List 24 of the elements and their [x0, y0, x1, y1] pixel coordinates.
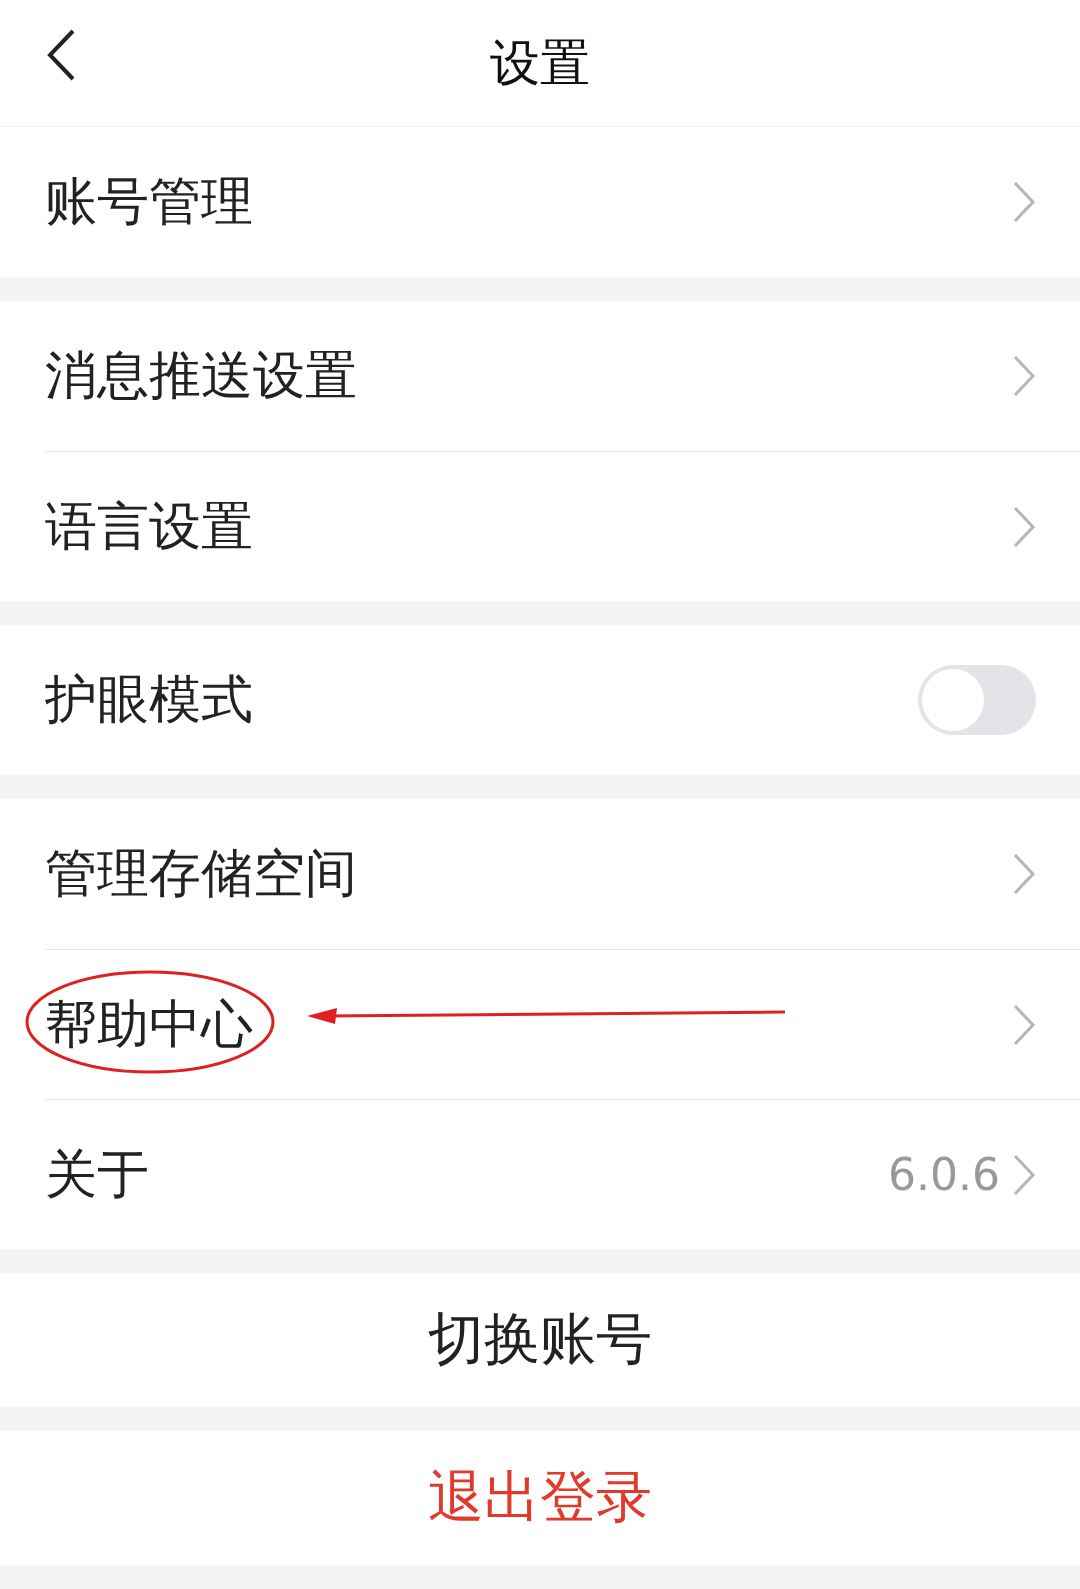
chevron-icon: [1012, 1152, 1036, 1197]
page-title: 设置: [490, 32, 590, 94]
settings-row[interactable]: 关于 6.0.6: [45, 1099, 1080, 1249]
row-label: 消息推送设置: [45, 344, 358, 407]
chevron-icon: [1012, 504, 1036, 549]
row-label: 账号管理: [45, 170, 254, 233]
row-label: 护眼模式: [45, 668, 254, 731]
row-label: 语言设置: [45, 494, 254, 558]
settings-row[interactable]: 账号管理: [45, 127, 1080, 277]
row-label: 帮助中心: [45, 992, 254, 1056]
chevron-icon: [1012, 1002, 1036, 1047]
settings-row[interactable]: 管理存储空间: [45, 799, 1080, 949]
settings-row[interactable]: 护眼模式: [45, 625, 1080, 775]
row-label: 管理存储空间: [45, 842, 358, 905]
settings-row[interactable]: 消息推送设置: [45, 301, 1080, 451]
version-value: 6.0.6: [888, 1149, 1000, 1200]
logout-button[interactable]: 退出登录: [0, 1431, 1080, 1565]
chevron-icon: [1012, 180, 1036, 224]
chevron-icon: [1012, 354, 1036, 398]
switch-account-button[interactable]: 切换账号: [0, 1273, 1080, 1407]
settings-row[interactable]: 帮助中心: [45, 949, 1080, 1099]
row-label: 关于: [45, 1142, 150, 1206]
chevron-icon: [1012, 852, 1036, 896]
settings-row[interactable]: 语言设置: [45, 451, 1080, 601]
